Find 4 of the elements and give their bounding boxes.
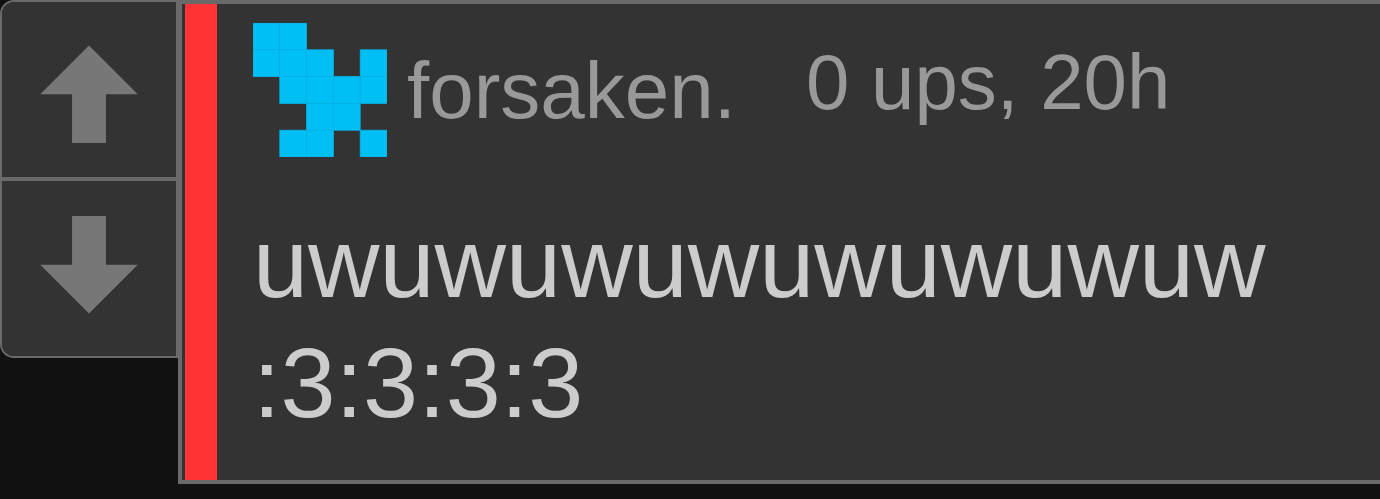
upvote-button[interactable] — [2, 2, 176, 181]
comment-text: uwuwuwuwuwuwuwuw :3:3:3:3 — [253, 206, 1267, 440]
username[interactable]: forsaken. — [407, 51, 737, 131]
avatar-icon — [253, 23, 387, 157]
